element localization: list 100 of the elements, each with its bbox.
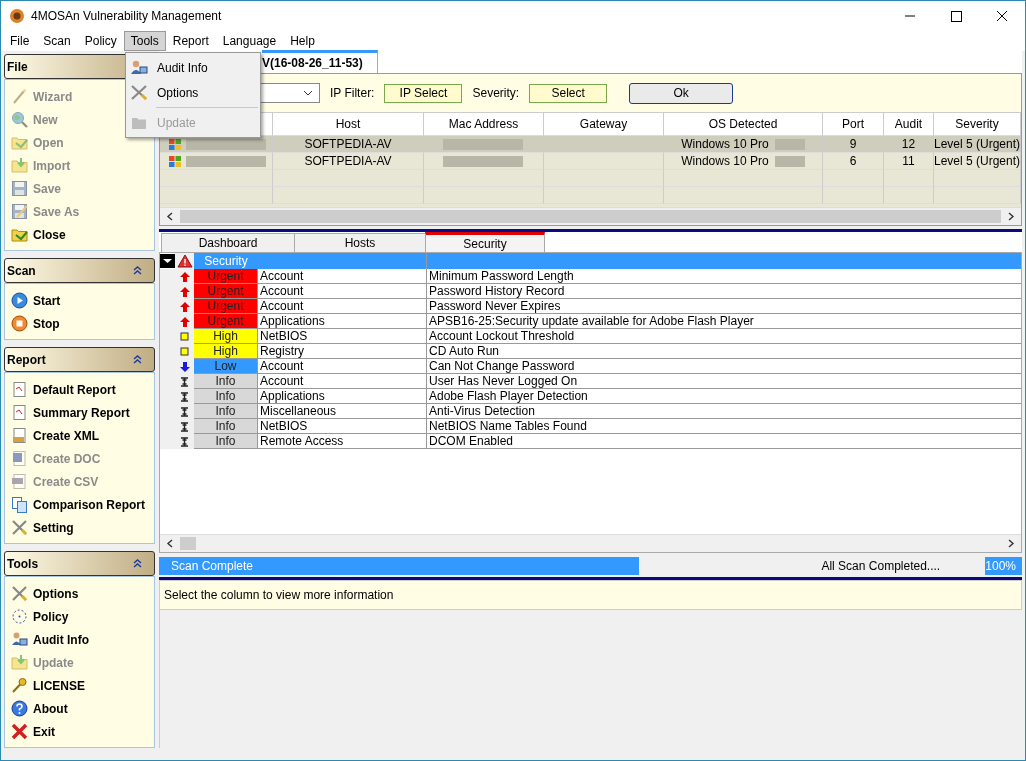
progress-label: Scan Complete — [171, 559, 254, 573]
menu-item[interactable]: Tools — [123, 31, 166, 51]
user-icon — [11, 631, 28, 648]
group-title: Scan — [7, 263, 36, 278]
result-tab[interactable]: Security — [425, 232, 545, 252]
document-icon — [11, 381, 28, 398]
table-cell: NetBIOS — [258, 329, 427, 344]
status-text: All Scan Completed.... — [820, 558, 942, 575]
floppy-icon — [11, 180, 28, 197]
sidebar-item[interactable]: Audit Info — [11, 628, 154, 651]
severity-label: Severity: — [472, 86, 520, 100]
scroll-right-icon[interactable] — [1007, 212, 1015, 221]
crosshair-icon — [11, 608, 28, 625]
severity-cell: Info — [194, 374, 258, 389]
square-icon — [180, 347, 189, 356]
dropdown-icon[interactable] — [160, 254, 175, 268]
info-icon — [180, 406, 189, 417]
document-tab[interactable]: V(16-08-26_11-53) — [262, 50, 378, 73]
severity-cell: Urgent — [194, 314, 258, 329]
sidebar-item[interactable]: LICENSE — [11, 674, 154, 697]
sidebar-item[interactable]: Comparison Report — [11, 493, 154, 516]
table-cell: Account — [258, 374, 427, 389]
scroll-left-icon[interactable] — [166, 212, 174, 221]
sidebar-item[interactable]: Stop — [11, 312, 154, 335]
horizontal-scrollbar[interactable] — [160, 207, 1021, 225]
search-icon — [11, 111, 28, 128]
collapse-icon[interactable] — [133, 266, 142, 275]
result-tab[interactable]: Dashboard — [161, 233, 295, 252]
ip-select-field[interactable]: IP Select — [384, 83, 463, 103]
scrollbar-thumb[interactable] — [180, 210, 1001, 223]
ok-button[interactable]: Ok — [629, 82, 734, 104]
table-cell: Minimum Password Length — [427, 269, 1021, 284]
user-icon — [130, 59, 148, 76]
group-title: Tools — [7, 556, 39, 571]
group-header[interactable]: Tools — [4, 551, 155, 576]
help-icon — [11, 700, 28, 717]
sidebar-item[interactable]: Close — [11, 223, 154, 246]
table-cell: APSB16-25:Security update available for Adobe Flash Player — [427, 314, 1021, 329]
menu-item[interactable]: Language — [215, 31, 284, 51]
sidebar-item[interactable]: About — [11, 697, 154, 720]
sidebar-item[interactable]: Create XML — [11, 424, 154, 447]
sidebar-item[interactable]: Summary Report — [11, 401, 154, 424]
sidebar-item[interactable]: Options — [11, 582, 154, 605]
menu-item[interactable]: Scan — [36, 31, 78, 51]
menu-item[interactable]: Policy — [77, 31, 124, 51]
document-icon — [11, 427, 28, 444]
host-row[interactable]: SOFTPEDIA-AV Windows 10 Pro 6 11 Level 5 (Urgent) — [160, 153, 1021, 170]
collapse-icon[interactable] — [133, 559, 142, 568]
document-icon — [11, 404, 28, 421]
info-icon — [180, 376, 189, 387]
arrow-up-icon — [179, 316, 190, 327]
window-title: 4MOSAn Vulnerability Management — [31, 9, 223, 23]
horizontal-scrollbar[interactable] — [160, 534, 1021, 552]
group-title: File — [7, 59, 28, 74]
tools-icon — [130, 84, 148, 101]
table-cell: CD Auto Run — [427, 344, 1021, 359]
scroll-right-icon[interactable] — [1007, 539, 1015, 548]
menu-item[interactable]: Report — [165, 31, 216, 51]
table-cell: Account — [258, 359, 427, 374]
close-icon — [11, 723, 28, 740]
tools-icon — [11, 519, 28, 536]
documents-icon — [11, 496, 28, 513]
severity-cell: Info — [194, 404, 258, 419]
scroll-left-icon[interactable] — [166, 539, 174, 548]
table-cell: Password History Record — [427, 284, 1021, 299]
result-tab[interactable]: Hosts — [294, 233, 426, 252]
table-cell: Account Lockout Threshold — [427, 329, 1021, 344]
windows-icon — [168, 137, 182, 151]
sidebar-item[interactable]: Policy — [11, 605, 154, 628]
table-cell: Miscellaneous — [258, 404, 427, 419]
sidebar-item[interactable]: Setting — [11, 516, 154, 539]
key-icon — [11, 677, 28, 694]
table-cell: Password Never Expires — [427, 299, 1021, 314]
group-title: Report — [7, 352, 46, 367]
group-header[interactable]: Report — [4, 347, 155, 372]
severity-select-field[interactable]: Select — [529, 83, 608, 103]
document-icon — [11, 473, 28, 490]
redacted-block — [774, 155, 805, 167]
arrow-up-icon — [179, 286, 190, 297]
table-cell: NetBIOS — [258, 419, 427, 434]
sidebar-item[interactable]: Start — [11, 289, 154, 312]
sidebar-item[interactable]: Exit — [11, 720, 154, 743]
severity-cell: Info — [194, 419, 258, 434]
scrollbar-thumb[interactable] — [180, 537, 196, 550]
stop-icon — [11, 315, 28, 332]
severity-cell: Low — [194, 359, 258, 374]
info-icon — [180, 391, 189, 402]
arrow-up-icon — [179, 301, 190, 312]
folder-icon — [11, 226, 28, 243]
severity-cell: Urgent — [194, 284, 258, 299]
host-row[interactable]: SOFTPEDIA-AV Windows 10 Pro 9 12 Level 5 (Urgent) — [160, 136, 1021, 153]
collapse-icon[interactable] — [133, 355, 142, 364]
menu-item[interactable]: File — [3, 31, 37, 51]
sidebar-item[interactable]: Default Report — [11, 378, 154, 401]
severity-cell: Info — [194, 389, 258, 404]
menu-item[interactable]: Help — [283, 31, 322, 51]
windows-icon — [168, 154, 182, 168]
group-header[interactable]: Scan — [4, 258, 155, 283]
table-cell: Adobe Flash Player Detection — [427, 389, 1021, 404]
arrow-up-icon — [179, 271, 190, 282]
